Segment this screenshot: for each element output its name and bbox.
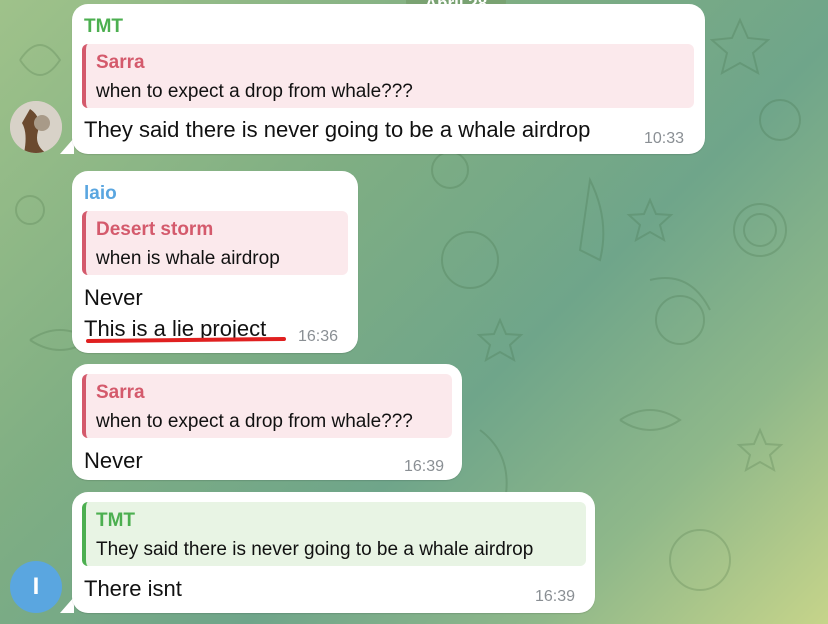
sender-name[interactable]: TMT bbox=[84, 16, 123, 38]
message-text: There isnt bbox=[84, 576, 182, 601]
avatar-i[interactable]: I bbox=[10, 561, 62, 613]
reply-quote[interactable]: Sarra when to expect a drop from whale??… bbox=[82, 374, 452, 438]
quote-text: when to expect a drop from whale??? bbox=[96, 411, 413, 432]
quote-text: They said there is never going to be a w… bbox=[96, 539, 534, 560]
message-time: 16:39 bbox=[404, 458, 445, 475]
quote-text: when to expect a drop from whale??? bbox=[96, 81, 413, 102]
quote-author: Sarra bbox=[96, 52, 145, 73]
message-time: 16:36 bbox=[298, 328, 339, 345]
quote-text: when is whale airdrop bbox=[96, 248, 280, 269]
message-text-line-1: Never bbox=[84, 285, 143, 310]
reply-quote[interactable]: Desert storm when is whale airdrop bbox=[82, 211, 348, 275]
message-bubble[interactable]: Sarra when to expect a drop from whale??… bbox=[72, 364, 462, 480]
message-time: 16:39 bbox=[535, 588, 576, 605]
reply-quote[interactable]: Sarra when to expect a drop from whale??… bbox=[82, 44, 694, 108]
avatar-initial: I bbox=[32, 573, 40, 600]
reply-quote[interactable]: TMT They said there is never going to be… bbox=[82, 502, 586, 566]
quote-author: Sarra bbox=[96, 382, 145, 403]
quote-author: TMT bbox=[96, 510, 136, 531]
message-bubble[interactable]: TMT Sarra when to expect a drop from wha… bbox=[72, 4, 705, 154]
message-time: 10:33 bbox=[644, 130, 685, 147]
avatar-photo bbox=[10, 101, 62, 153]
quote-author: Desert storm bbox=[96, 219, 214, 240]
message-bubble[interactable]: laio Desert storm when is whale airdrop … bbox=[72, 171, 358, 353]
avatar-tmt[interactable] bbox=[10, 101, 62, 153]
message-bubble[interactable]: TMT They said there is never going to be… bbox=[72, 492, 595, 613]
message-text: Never bbox=[84, 448, 143, 473]
message-text: They said there is never going to be a w… bbox=[84, 117, 591, 142]
sender-name[interactable]: laio bbox=[84, 183, 117, 205]
